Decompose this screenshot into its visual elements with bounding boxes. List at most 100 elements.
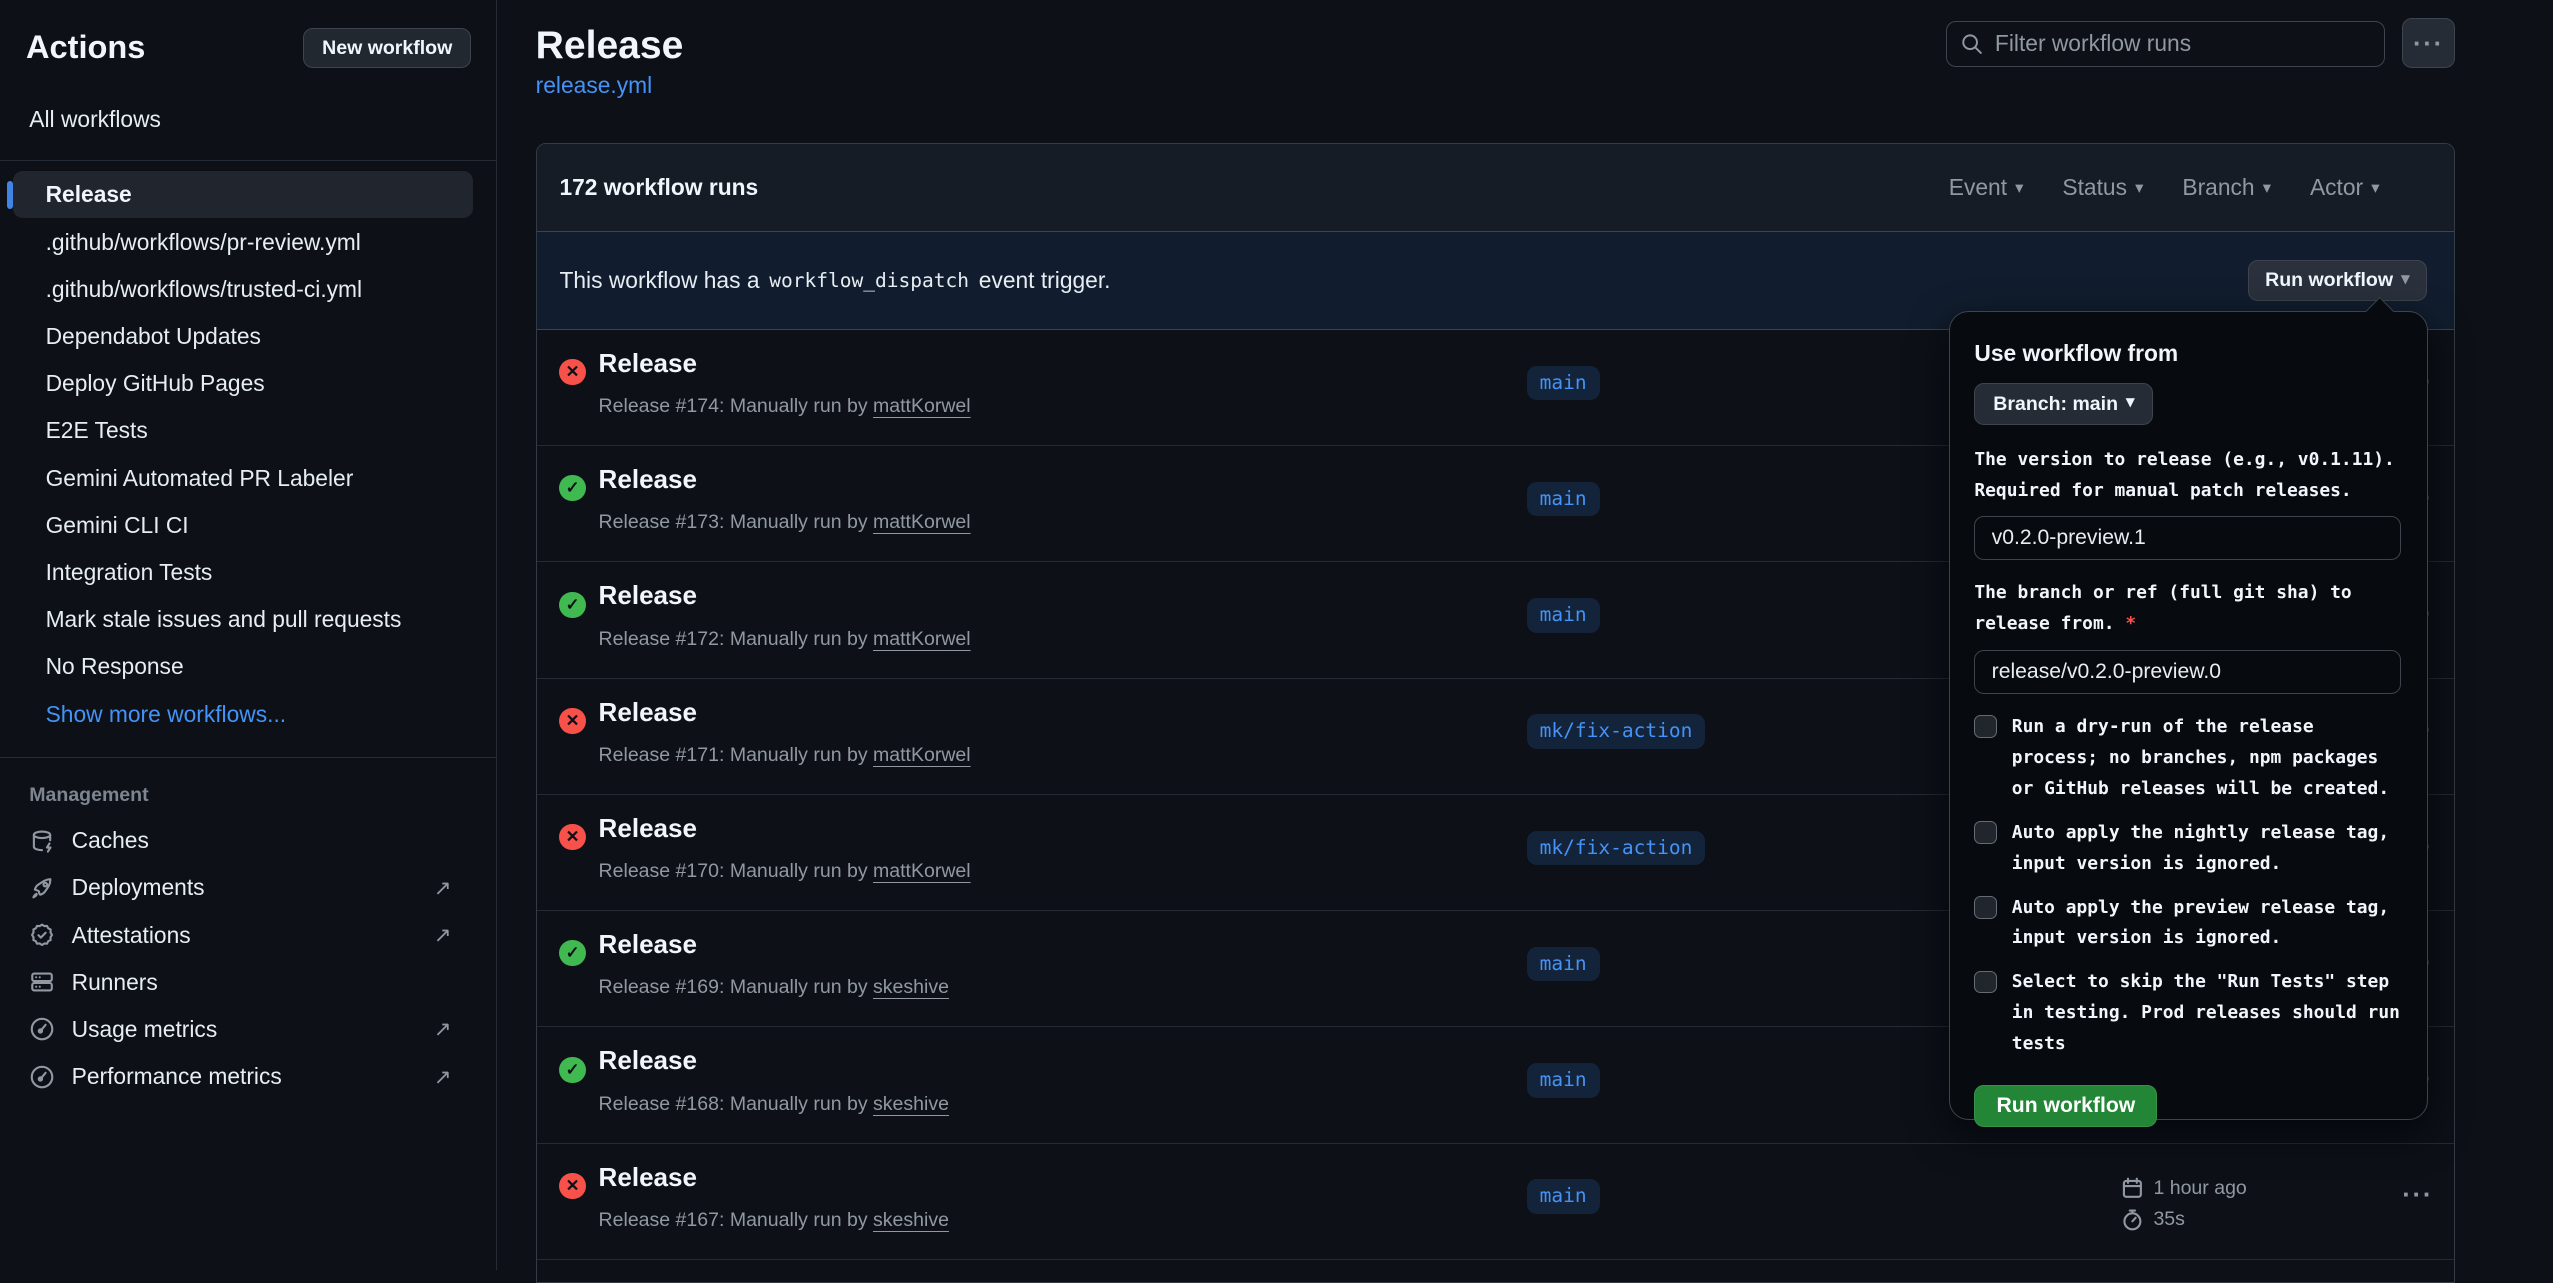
run-title-link[interactable]: Release	[599, 697, 697, 728]
sidebar-workflow-item[interactable]: .github/workflows/pr-review.yml	[13, 218, 473, 265]
workflow-file-link[interactable]: release.yml	[536, 72, 652, 99]
workflow-label: Integration Tests	[46, 559, 213, 586]
sidebar-workflow-item[interactable]: Dependabot Updates	[13, 313, 473, 360]
run-description-text: Release #171: Manually run by	[599, 744, 868, 766]
dialog-checkbox-row[interactable]: Select to skip the "Run Tests" step in t…	[1974, 967, 2402, 1060]
page-title: Release	[536, 24, 684, 68]
sidebar-item-performance-metrics[interactable]: Performance metrics ↗	[0, 1053, 496, 1100]
run-title-link[interactable]: Release	[599, 813, 697, 844]
workflow-label: Gemini Automated PR Labeler	[46, 465, 354, 492]
sidebar-workflow-item[interactable]: .github/workflows/trusted-ci.yml	[13, 266, 473, 313]
branch-badge[interactable]: main	[1527, 482, 1600, 516]
event-filter-dropdown[interactable]: Event	[1949, 174, 2024, 201]
new-workflow-button[interactable]: New workflow	[303, 28, 471, 69]
checkbox-label: Auto apply the preview release tag, inpu…	[2012, 893, 2401, 955]
sidebar-workflow-item[interactable]: No Response	[13, 643, 473, 690]
sidebar-workflow-item[interactable]: Show more workflows...	[13, 690, 473, 737]
filter-workflow-runs-box[interactable]	[1946, 21, 2386, 67]
workflow-options-kebab-button[interactable]	[2402, 18, 2456, 68]
sidebar-header: Actions New workflow	[0, 0, 496, 91]
filter-workflow-runs-input[interactable]	[1995, 30, 2371, 57]
branch-badge[interactable]: main	[1527, 1179, 1600, 1213]
sidebar-workflow-item[interactable]: Release	[13, 171, 473, 218]
run-title-link[interactable]: Release	[599, 464, 697, 495]
run-title-link[interactable]: Release	[599, 348, 697, 379]
run-actor-link[interactable]: mattKorwel	[873, 628, 971, 650]
run-time: 1 hour ago	[2121, 1173, 2247, 1204]
sidebar-workflow-item[interactable]: Deploy GitHub Pages	[13, 360, 473, 407]
branch-selector-button[interactable]: Branch: main	[1974, 383, 2153, 425]
dialog-checkbox-row[interactable]: Run a dry-run of the release process; no…	[1974, 712, 2402, 805]
external-link-icon: ↗	[434, 1016, 452, 1042]
sidebar-workflow-item[interactable]: Gemini CLI CI	[13, 502, 473, 549]
run-description-text: Release #167: Manually run by	[599, 1209, 868, 1231]
sidebar-workflow-item[interactable]: Gemini Automated PR Labeler	[13, 454, 473, 501]
run-workflow-submit-button[interactable]: Run workflow	[1974, 1085, 2157, 1127]
run-duration-label: 35s	[2153, 1208, 2184, 1231]
run-workflow-dropdown-button[interactable]: Run workflow	[2248, 260, 2427, 301]
actor-filter-dropdown[interactable]: Actor	[2310, 174, 2379, 201]
meter-icon	[29, 1064, 55, 1090]
workflow-label: Dependabot Updates	[46, 323, 261, 350]
external-link-icon: ↗	[434, 922, 452, 948]
run-title-link[interactable]: Release	[599, 1162, 697, 1193]
run-status-icon	[559, 475, 585, 501]
sidebar-item-deployments[interactable]: Deployments ↗	[0, 864, 496, 911]
run-actor-link[interactable]: skeshive	[873, 1209, 949, 1231]
run-title-link[interactable]: Release	[599, 1045, 697, 1076]
run-kebab-menu-button[interactable]	[2402, 1179, 2433, 1210]
branch-badge[interactable]: main	[1527, 366, 1600, 400]
sidebar-item-runners[interactable]: Runners	[0, 959, 496, 1006]
checkbox[interactable]	[1974, 971, 1997, 994]
run-description-text: Release #172: Manually run by	[599, 628, 868, 650]
server-icon	[29, 969, 55, 995]
status-filter-dropdown[interactable]: Status	[2062, 174, 2143, 201]
banner-text-after: event trigger.	[979, 267, 1111, 294]
sidebar-item-caches[interactable]: Caches	[0, 817, 496, 864]
run-title-link[interactable]: Release	[599, 580, 697, 611]
stopwatch-icon	[2121, 1208, 2144, 1231]
dialog-checkbox-row[interactable]: Auto apply the preview release tag, inpu…	[1974, 893, 2402, 955]
sidebar-item-attestations[interactable]: Attestations ↗	[0, 911, 496, 958]
ref-input[interactable]	[1974, 650, 2401, 694]
run-actor-link[interactable]: mattKorwel	[873, 860, 971, 882]
sidebar-item-usage-metrics[interactable]: Usage metrics ↗	[0, 1006, 496, 1053]
run-description: Release #169: Manually run by skeshive	[599, 976, 949, 999]
run-description: Release #172: Manually run by mattKorwel	[599, 628, 971, 651]
checkbox[interactable]	[1974, 715, 1997, 738]
sidebar-item-label: Usage metrics	[72, 1016, 218, 1043]
required-marker: *	[2125, 613, 2136, 634]
branch-badge[interactable]: mk/fix-action	[1527, 831, 1706, 865]
external-link-icon: ↗	[434, 1064, 452, 1090]
run-status-icon	[559, 592, 585, 618]
branch-badge[interactable]: main	[1527, 598, 1600, 632]
ref-input-label: The branch or ref (full git sha) to rele…	[1974, 578, 2401, 640]
run-actor-link[interactable]: skeshive	[873, 976, 949, 998]
sidebar-item-all-workflows[interactable]: All workflows	[0, 91, 496, 147]
branch-badge[interactable]: main	[1527, 1063, 1600, 1097]
search-icon	[1960, 31, 1984, 57]
external-link-icon: ↗	[434, 875, 452, 901]
run-actor-link[interactable]: mattKorwel	[873, 395, 971, 417]
dialog-title: Use workflow from	[1974, 340, 2402, 367]
run-actor-link[interactable]: mattKorwel	[873, 744, 971, 766]
run-status-icon	[559, 824, 585, 850]
workflow-label: .github/workflows/pr-review.yml	[46, 229, 361, 256]
branch-badge[interactable]: main	[1527, 947, 1600, 981]
sidebar-workflow-item[interactable]: Integration Tests	[13, 549, 473, 596]
sidebar-workflow-item[interactable]: Mark stale issues and pull requests	[13, 596, 473, 643]
run-description: Release #168: Manually run by skeshive	[599, 1093, 949, 1116]
run-description-text: Release #168: Manually run by	[599, 1093, 868, 1115]
branch-filter-dropdown[interactable]: Branch	[2182, 174, 2271, 201]
dialog-checkbox-row[interactable]: Auto apply the nightly release tag, inpu…	[1974, 818, 2402, 880]
sidebar-workflow-item[interactable]: E2E Tests	[13, 407, 473, 454]
run-actor-link[interactable]: mattKorwel	[873, 511, 971, 533]
branch-badge[interactable]: mk/fix-action	[1527, 714, 1706, 748]
run-actor-link[interactable]: skeshive	[873, 1093, 949, 1115]
version-input[interactable]	[1974, 516, 2401, 560]
checkbox[interactable]	[1974, 821, 1997, 844]
checkbox[interactable]	[1974, 896, 1997, 919]
run-title-link[interactable]: Release	[599, 929, 697, 960]
meter-icon	[29, 1016, 55, 1042]
workflow-run-row[interactable]: Release Release #167: Manually run by sk…	[537, 1144, 2455, 1260]
